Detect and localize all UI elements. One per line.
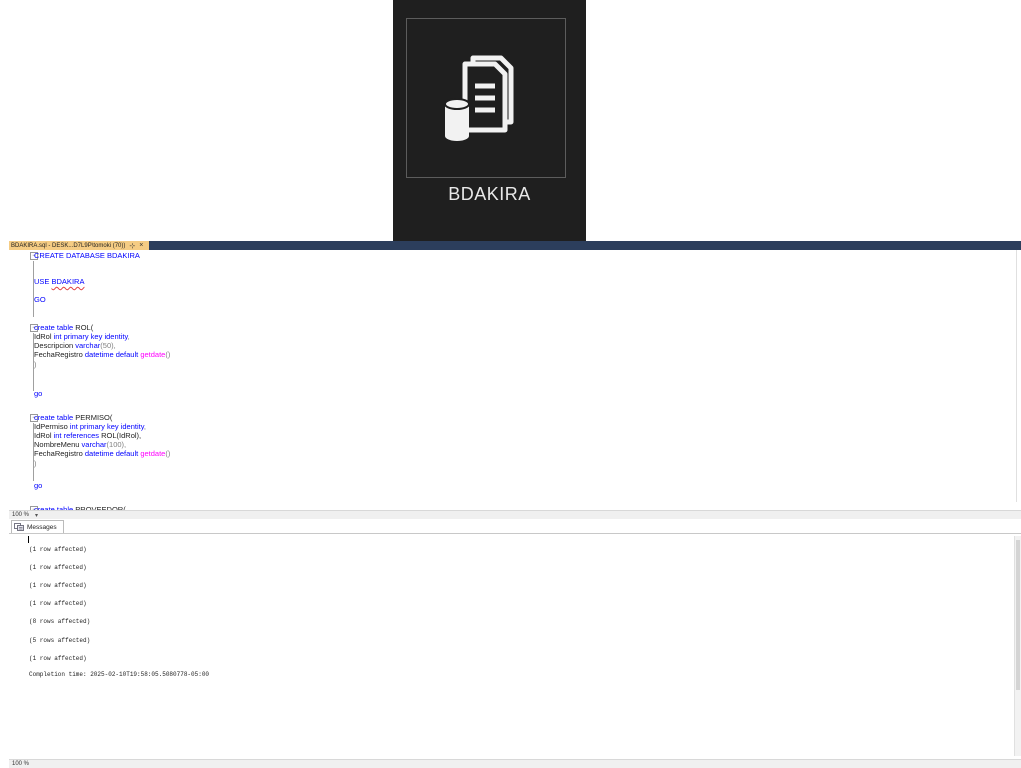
code-line: go bbox=[34, 481, 43, 490]
code-line: ) bbox=[34, 459, 37, 468]
message-line: (1 row affected) bbox=[29, 546, 87, 553]
chevron-down-icon[interactable]: ▾ bbox=[35, 512, 38, 519]
tab-bdakira-sql[interactable]: BDAKIRA.sql - DESK...D7L9P\tomoki (70)) … bbox=[9, 241, 150, 250]
fold-guide bbox=[33, 261, 34, 317]
editor-zoom-bar: 100 % ▾ bbox=[9, 510, 1021, 519]
tab-messages[interactable]: Messages bbox=[11, 520, 64, 533]
message-line: (8 rows affected) bbox=[29, 618, 91, 625]
results-tab-strip: Messages bbox=[9, 519, 1021, 534]
database-name-label: BDAKIRA bbox=[448, 184, 531, 204]
query-editor[interactable]: − − − − CREATE DATABASE BDAKIRA USE BDAK… bbox=[9, 250, 1021, 514]
code-line: NombreMenu varchar(100), bbox=[34, 440, 127, 449]
message-line: (1 row affected) bbox=[29, 600, 87, 607]
code-line: IdPermiso int primary key identity, bbox=[34, 422, 147, 431]
zoom-level[interactable]: 100 % bbox=[9, 761, 29, 767]
code-line: create table PERMISO( bbox=[34, 413, 113, 422]
scrollbar-thumb[interactable] bbox=[1016, 540, 1020, 690]
message-line: (1 row affected) bbox=[29, 582, 87, 589]
code-line: CREATE DATABASE BDAKIRA bbox=[34, 251, 140, 260]
code-line: USE BDAKIRA bbox=[34, 277, 85, 286]
code-line: IdRol int references ROL(IdRol), bbox=[34, 431, 142, 440]
editor-margin-line bbox=[1016, 250, 1017, 502]
code-line: ) bbox=[34, 360, 37, 369]
close-icon[interactable]: × bbox=[139, 242, 143, 249]
code-line: create table ROL( bbox=[34, 323, 94, 332]
message-line: (1 row affected) bbox=[29, 655, 87, 662]
database-tile[interactable]: BDAKIRA bbox=[393, 0, 586, 241]
code-line: FechaRegistro datetime default getdate() bbox=[34, 350, 171, 359]
sql-editor-window: BDAKIRA.sql - DESK...D7L9P\tomoki (70)) … bbox=[9, 241, 1021, 768]
document-tab-strip: BDAKIRA.sql - DESK...D7L9P\tomoki (70)) … bbox=[9, 241, 1021, 250]
message-line: (1 row affected) bbox=[29, 564, 87, 571]
code-line: IdRol int primary key identity, bbox=[34, 332, 130, 341]
text-caret bbox=[28, 536, 29, 543]
tab-title: BDAKIRA.sql - DESK...D7L9P\tomoki (70)) bbox=[11, 242, 126, 249]
completion-time-line: Completion time: 2025-02-10T19:58:05.508… bbox=[29, 671, 210, 678]
code-line: go bbox=[34, 389, 43, 398]
messages-icon bbox=[14, 523, 24, 531]
messages-tab-label: Messages bbox=[27, 523, 57, 531]
pin-icon[interactable]: ⊹ bbox=[129, 242, 135, 250]
zoom-level[interactable]: 100 % bbox=[9, 512, 29, 518]
message-line: (5 rows affected) bbox=[29, 637, 91, 644]
code-line: Descripcion varchar(50), bbox=[34, 341, 116, 350]
vertical-scrollbar[interactable] bbox=[1014, 536, 1021, 756]
database-document-icon bbox=[444, 55, 514, 141]
code-line: GO bbox=[34, 295, 46, 304]
messages-output[interactable]: (1 row affected) (1 row affected) (1 row… bbox=[9, 534, 1021, 759]
code-line: FechaRegistro datetime default getdate() bbox=[34, 449, 171, 458]
